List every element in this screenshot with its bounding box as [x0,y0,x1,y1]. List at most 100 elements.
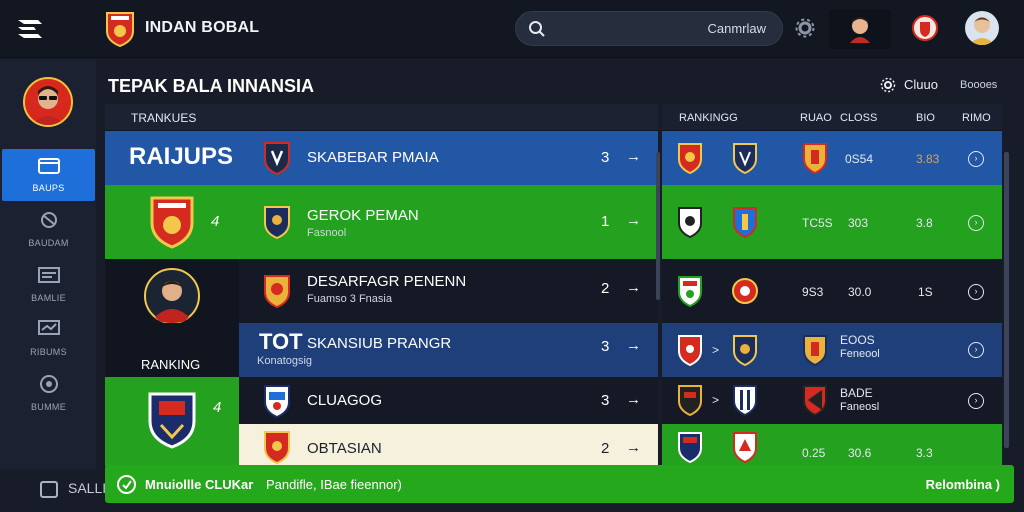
chevron-right-icon[interactable]: → [626,279,641,296]
menu-logo-icon[interactable] [16,16,44,40]
profile-button[interactable] [829,9,891,49]
group-title: RAIJUPS [129,143,234,170]
user-avatar[interactable] [965,11,999,45]
club-subtitle: Fuamso 3 Fnasia [307,293,392,305]
stats-row[interactable]: 0S54 3.83 › [662,131,1002,185]
stats-row[interactable]: 9S3 30.0 1S › [662,259,1002,323]
list-header-label: TRANKUES [131,111,197,125]
search-icon [529,21,545,37]
club-name: OBTASIAN [307,440,382,457]
chevron-right-icon[interactable]: → [626,439,641,456]
club-crest-icon [803,335,827,366]
table-row[interactable]: DESARFAGR PENENN Fuamso 3 Fnasia 2 → [105,259,658,325]
club-crest-icon [678,432,702,463]
club-crest-icon[interactable] [912,13,938,43]
club-crest-icon [678,276,702,307]
stat-value: EOOS [840,333,875,347]
search-bar[interactable]: Canmrlaw [515,11,783,46]
banner-title: Mnuiollle CLUKar [145,477,254,492]
col-header: CLOSS [840,112,878,124]
stat-value: BADE [840,386,873,400]
open-icon[interactable]: › [968,393,984,409]
open-icon[interactable]: › [968,284,984,300]
banner-link[interactable]: Relombina ) [926,477,1000,492]
club-crest-icon [733,432,757,463]
row-value: 3 [601,338,610,355]
stats-row[interactable]: > EOOS Feneool › [662,323,1002,377]
stats-row[interactable]: > BADE Faneosl › [662,377,1002,424]
table-row[interactable]: 4 GEROK PEMAN Fasnool 1 → [105,185,658,259]
app-window: INDAN BOBAL Canmrlaw BAUPS BAUDAM BAMLIE… [0,0,1024,512]
club-tile: 4 [105,377,239,466]
club-crest-icon [150,196,194,249]
sidebar-item-label: BAUDAM [28,238,69,248]
open-icon[interactable]: › [968,215,984,231]
stat-value: 3.3 [916,446,933,460]
check-icon [117,475,136,494]
sidebar-item-label: BAMLIE [31,293,66,303]
club-subtitle: Konatogsig [257,355,313,367]
row-value: 3 [601,392,610,409]
chevron-right-icon[interactable]: → [626,337,641,354]
rankings-list-panel: TRANKUES RAIJUPS SKABEBAR PMAIA 3 → 4 GE… [105,104,658,466]
table-row[interactable]: RAIJUPS SKABEBAR PMAIA 3 → [105,131,658,185]
stat-value: 30.0 [848,285,872,299]
app-title: INDAN BOBAL [145,19,260,36]
chevron-right-icon[interactable]: → [626,148,641,165]
top-bar: INDAN BOBAL Canmrlaw [0,0,1024,58]
sidebar-item-label: BAUPS [32,183,65,193]
sidebar-item-ribums[interactable]: RIBUMS [2,313,95,365]
stat-value: 9S3 [802,285,824,299]
sidebar-item-baudam[interactable]: BAUDAM [2,204,95,256]
sidebar-item-bumme[interactable]: BUMME [2,368,95,420]
club-name: SKANSIUB PRANGR [307,335,452,352]
ball-icon [40,212,57,228]
stat-subtitle: Feneool [840,348,880,360]
checkbox-icon[interactable] [40,481,58,498]
stats-row[interactable]: 0.25 30.6 3.3 [662,424,1002,466]
col-header: BIO [916,112,935,124]
open-icon[interactable]: › [968,342,984,358]
club-crest-icon [732,278,758,304]
club-crest-icon [148,392,196,449]
club-crest-icon [264,431,290,464]
stat-value: 303 [848,216,869,230]
list-scrollbar[interactable] [656,152,660,300]
bottom-banner[interactable]: Mnuiollle CLUKar Pandifle, IBae fieennor… [105,465,1014,503]
clubs-icon [880,77,896,93]
chevron-right-icon[interactable]: → [626,391,641,408]
stat-value: 3.8 [916,216,933,230]
player-avatar[interactable] [143,267,201,325]
row-rank: 4 [211,213,220,230]
stats-row[interactable]: TC5S 303 3.8 › [662,185,1002,259]
sidebar-item-baups[interactable]: BAUPS [2,149,95,201]
folder-icon [37,158,60,174]
sidebar-avatar[interactable] [23,77,73,127]
stats-scrollbar[interactable] [1004,152,1009,448]
club-crest-icon [803,385,827,416]
search-input[interactable]: Canmrlaw [707,21,766,36]
table-row[interactable]: OBTASIAN 2 → [239,424,658,466]
row-value: 1 [601,213,610,230]
club-crest-icon [678,207,702,238]
open-icon[interactable]: › [968,151,984,167]
stats-header: RANKINGG RUAO CLOSS BIO RIMO [662,104,1002,131]
col-header: RIMO [962,112,991,124]
table-row[interactable]: 4 CLUAGOG 3 → [105,377,658,466]
club-crest-icon [678,385,702,416]
chevron-right-icon[interactable]: → [626,212,641,229]
sidebar-item-bamlie[interactable]: BAMLIE [2,259,95,311]
club-crest-icon [264,275,290,308]
settings-icon[interactable] [795,18,815,38]
chevron-right-icon: > [712,393,720,407]
screen-icon [37,320,60,335]
stat-value: 1S [918,285,933,299]
club-crest-icon [733,335,757,366]
club-crest-icon [264,385,290,418]
club-crest-icon [803,143,827,174]
club-name: CLUAGOG [307,392,383,409]
col-header: RANKINGG [679,112,738,124]
table-row[interactable]: RANKING TOT SKANSIUB PRANGR Konatogsig 3… [105,323,658,377]
stat-value: TC5S [802,216,833,230]
club-crest-icon [678,335,702,366]
